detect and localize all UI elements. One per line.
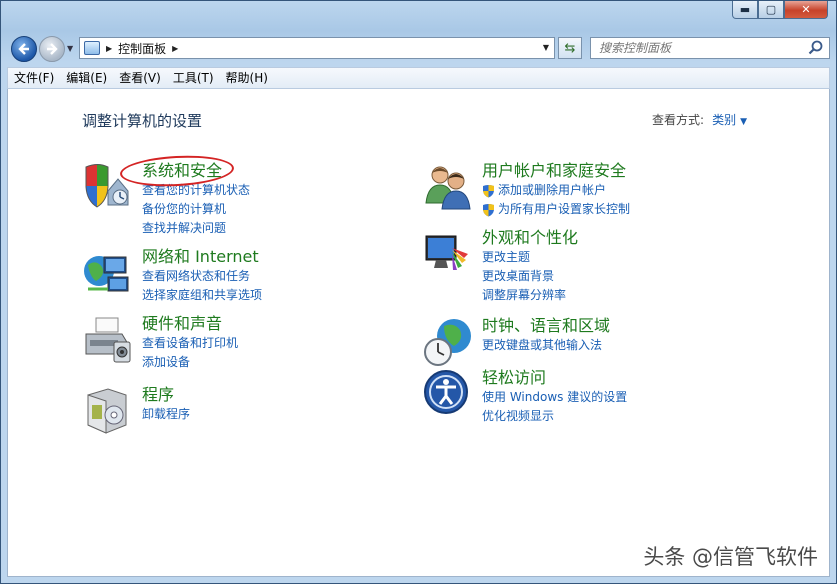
category-title-hardware[interactable]: 硬件和声音 xyxy=(142,314,238,334)
menu-bar: 文件(F) 编辑(E) 查看(V) 工具(T) 帮助(H) xyxy=(7,67,830,89)
link-change-theme[interactable]: 更改主题 xyxy=(482,248,578,267)
address-bar[interactable]: ▶ 控制面板 ▶ ▼ xyxy=(79,37,555,59)
printer-icon[interactable] xyxy=(82,314,134,366)
link-change-background[interactable]: 更改桌面背景 xyxy=(482,267,578,286)
uac-shield-icon xyxy=(483,203,494,216)
control-panel-icon xyxy=(84,41,100,55)
recent-pages-dropdown[interactable]: ▼ xyxy=(67,44,73,53)
category-title-clock[interactable]: 时钟、语言和区域 xyxy=(482,316,610,336)
link-parental-controls[interactable]: 为所有用户设置家长控制 xyxy=(482,200,630,219)
category-title-network[interactable]: 网络和 Internet xyxy=(142,247,262,267)
category-text: 用户帐户和家庭安全 添加或删除用户帐户 为所有用户设置家长控制 xyxy=(482,161,630,219)
category-text: 轻松访问 使用 Windows 建议的设置 优化视频显示 xyxy=(482,368,627,426)
view-by-label: 查看方式: xyxy=(652,113,705,127)
category-title-programs[interactable]: 程序 xyxy=(142,385,190,405)
control-panel-window: ▬ ▢ ✕ ▼ ▶ 控制面板 ▶ ▼ ⇆ 文件(F) xyxy=(0,0,837,584)
page-title: 调整计算机的设置 xyxy=(82,112,203,130)
category-title-ease[interactable]: 轻松访问 xyxy=(482,368,627,388)
link-add-device[interactable]: 添加设备 xyxy=(142,353,238,372)
network-globe-icon[interactable] xyxy=(82,247,134,299)
navigation-bar: ▼ ▶ 控制面板 ▶ ▼ ⇆ xyxy=(1,33,836,63)
back-button[interactable] xyxy=(11,36,37,62)
refresh-icon: ⇆ xyxy=(564,40,576,56)
category-title-users[interactable]: 用户帐户和家庭安全 xyxy=(482,161,630,181)
minimize-button[interactable]: ▬ xyxy=(732,1,758,19)
search-input[interactable] xyxy=(597,38,807,58)
chevron-right-icon[interactable]: ▶ xyxy=(106,44,112,53)
menu-tools[interactable]: 工具(T) xyxy=(167,68,220,88)
chevron-down-icon[interactable]: ▼ xyxy=(740,117,747,127)
link-devices-printers[interactable]: 查看设备和打印机 xyxy=(142,334,238,353)
clock-globe-icon[interactable] xyxy=(422,316,474,368)
refresh-button[interactable]: ⇆ xyxy=(558,37,582,59)
link-uninstall-program[interactable]: 卸载程序 xyxy=(142,405,190,424)
breadcrumb-control-panel[interactable]: 控制面板 xyxy=(118,40,166,57)
category-text: 系统和安全 查看您的计算机状态 备份您的计算机 查找并解决问题 xyxy=(119,153,250,238)
search-box xyxy=(590,37,830,59)
view-by: 查看方式: 类别 ▼ xyxy=(652,111,747,128)
forward-button[interactable] xyxy=(39,36,65,62)
link-network-status[interactable]: 查看网络状态和任务 xyxy=(142,267,262,286)
chevron-right-icon[interactable]: ▶ xyxy=(172,44,178,53)
category-text: 程序 卸载程序 xyxy=(142,385,190,424)
view-by-dropdown[interactable]: 类别 xyxy=(712,113,736,127)
category-text: 硬件和声音 查看设备和打印机 添加设备 xyxy=(142,314,238,372)
users-icon[interactable] xyxy=(422,161,474,213)
link-text[interactable]: 添加或删除用户帐户 xyxy=(498,181,606,200)
link-screen-resolution[interactable]: 调整屏幕分辨率 xyxy=(482,286,578,305)
link-backup-computer[interactable]: 备份您的计算机 xyxy=(142,200,250,219)
content-pane: 调整计算机的设置 查看方式: 类别 ▼ 系统和安全 查看您的计算机状态 备份您的… xyxy=(7,89,830,577)
ease-of-access-icon[interactable] xyxy=(422,368,474,420)
chevron-down-icon[interactable]: ▼ xyxy=(543,43,549,52)
menu-file[interactable]: 文件(F) xyxy=(8,68,60,88)
programs-box-icon[interactable] xyxy=(82,385,134,437)
uac-shield-icon xyxy=(483,184,494,197)
menu-view[interactable]: 查看(V) xyxy=(113,68,167,88)
menu-edit[interactable]: 编辑(E) xyxy=(60,68,113,88)
link-optimize-display[interactable]: 优化视频显示 xyxy=(482,407,627,426)
search-icon[interactable] xyxy=(807,39,825,57)
maximize-button[interactable]: ▢ xyxy=(758,1,784,19)
category-text: 外观和个性化 更改主题 更改桌面背景 调整屏幕分辨率 xyxy=(482,228,578,305)
watermark: 头条 @信管飞软件 xyxy=(643,545,818,569)
link-troubleshoot[interactable]: 查找并解决问题 xyxy=(142,219,250,238)
monitor-palette-icon[interactable] xyxy=(422,228,474,280)
link-change-keyboard[interactable]: 更改键盘或其他输入法 xyxy=(482,336,610,355)
category-text: 网络和 Internet 查看网络状态和任务 选择家庭组和共享选项 xyxy=(142,247,262,305)
link-text[interactable]: 为所有用户设置家长控制 xyxy=(498,200,630,219)
link-homegroup-sharing[interactable]: 选择家庭组和共享选项 xyxy=(142,286,262,305)
close-button[interactable]: ✕ xyxy=(784,1,828,19)
menu-help[interactable]: 帮助(H) xyxy=(220,68,274,88)
link-windows-suggested-settings[interactable]: 使用 Windows 建议的设置 xyxy=(482,388,627,407)
arrow-left-icon xyxy=(18,43,29,55)
link-add-remove-accounts[interactable]: 添加或删除用户帐户 xyxy=(482,181,630,200)
category-title-appearance[interactable]: 外观和个性化 xyxy=(482,228,578,248)
arrow-right-icon xyxy=(47,43,58,55)
caption-buttons: ▬ ▢ ✕ xyxy=(732,1,828,21)
category-text: 时钟、语言和区域 更改键盘或其他输入法 xyxy=(482,316,610,355)
